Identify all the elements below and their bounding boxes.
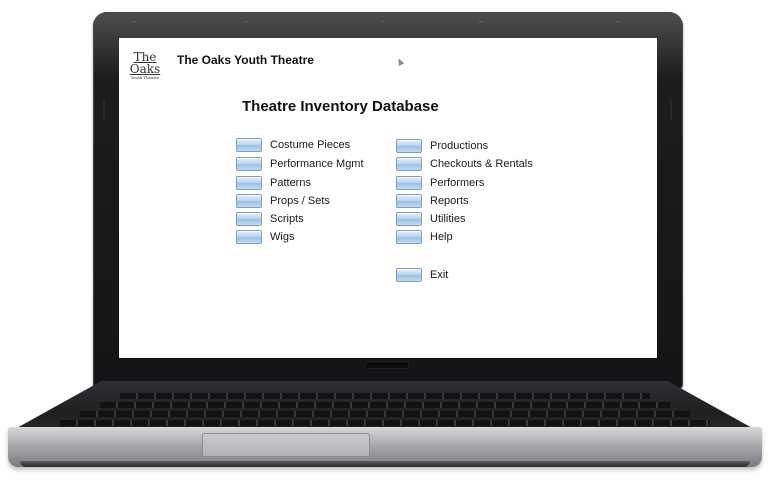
menu-item-performers[interactable]: Performers (396, 174, 484, 192)
costume-pieces-button[interactable] (236, 138, 262, 152)
wigs-button[interactable] (236, 230, 262, 244)
menu-item-patterns[interactable]: Patterns (236, 174, 311, 192)
menu-item-props-sets[interactable]: Props / Sets (236, 192, 330, 210)
menu-label: Exit (430, 269, 449, 281)
menu-item-costume-pieces[interactable]: Costume Pieces (236, 136, 350, 154)
laptop-base-edge (20, 461, 750, 467)
exit-button[interactable] (396, 268, 422, 282)
page-title: Theatre Inventory Database (242, 98, 439, 115)
menu-label: Scripts (270, 213, 304, 225)
mouse-cursor-icon (395, 57, 405, 66)
menu-label: Productions (430, 140, 489, 152)
bezel-notch (103, 100, 105, 120)
menu-item-checkouts-rentals[interactable]: Checkouts & Rentals (396, 155, 533, 173)
lid-mark (615, 21, 620, 23)
menu-item-reports[interactable]: Reports (396, 192, 469, 210)
webcam-icon (382, 20, 385, 23)
logo-name: The Oaks (129, 50, 161, 76)
touchpad (202, 433, 370, 457)
lid-mark (478, 21, 483, 23)
menu-label: Help (430, 231, 453, 243)
bezel-notch (670, 100, 672, 120)
menu-label: Reports (430, 195, 469, 207)
scripts-button[interactable] (236, 212, 262, 226)
menu-label: Performers (430, 177, 485, 189)
productions-button[interactable] (396, 139, 422, 153)
menu-item-utilities[interactable]: Utilities (396, 210, 465, 228)
utilities-button[interactable] (396, 212, 422, 226)
props-sets-button[interactable] (236, 194, 262, 208)
menu-label: Performance Mgmt (270, 158, 364, 170)
lid-mark (132, 21, 137, 23)
performance-mgmt-button[interactable] (236, 157, 262, 171)
help-button[interactable] (396, 230, 422, 244)
menu-item-exit[interactable]: Exit (396, 266, 448, 284)
keyboard-row (120, 393, 650, 399)
menu-item-performance-mgmt[interactable]: Performance Mgmt (236, 155, 364, 173)
keyboard-row (60, 420, 710, 426)
menu-item-wigs[interactable]: Wigs (236, 228, 294, 246)
patterns-button[interactable] (236, 176, 262, 190)
menu-label: Patterns (270, 177, 311, 189)
menu-label: Wigs (270, 231, 295, 243)
reports-button[interactable] (396, 194, 422, 208)
menu-label: Props / Sets (270, 195, 330, 207)
lid-mark (243, 21, 248, 23)
menu-label: Checkouts & Rentals (430, 158, 533, 170)
menu-item-productions[interactable]: Productions (396, 137, 488, 155)
theatre-logo: The Oaks Youth Theatre (121, 51, 169, 80)
menu-item-help[interactable]: Help (396, 228, 453, 246)
menu-item-scripts[interactable]: Scripts (236, 210, 304, 228)
menu-label: Costume Pieces (270, 139, 351, 151)
menu-label: Utilities (430, 213, 466, 225)
bezel-logo (365, 361, 409, 369)
screen: The Oaks Youth Theatre The Oaks Youth Th… (119, 38, 657, 358)
logo-subtitle: Youth Theatre (130, 75, 160, 80)
keyboard-row (80, 411, 690, 417)
keyboard-row (100, 402, 670, 408)
app-title: The Oaks Youth Theatre (177, 53, 314, 67)
performers-button[interactable] (396, 176, 422, 190)
checkouts-rentals-button[interactable] (396, 157, 422, 171)
